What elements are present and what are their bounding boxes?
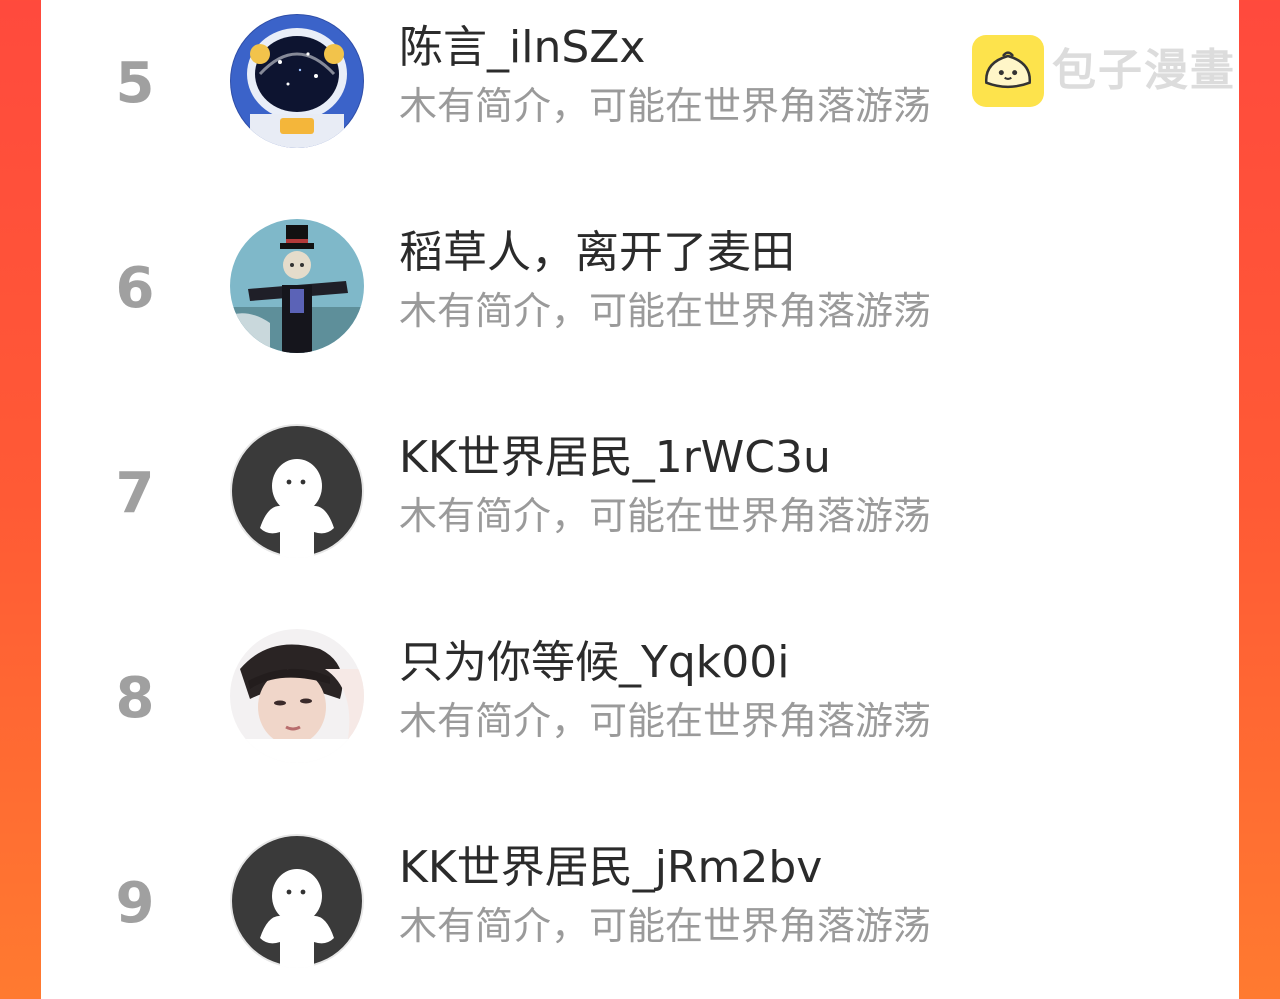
- user-name[interactable]: KK世界居民_jRm2bv: [399, 843, 822, 893]
- default-avatar-icon: [230, 834, 364, 968]
- scarecrow-avatar[interactable]: [230, 219, 364, 353]
- user-bio: 木有简介，可能在世界角落游荡: [399, 494, 932, 538]
- user-bio: 木有简介，可能在世界角落游荡: [399, 289, 932, 333]
- user-row[interactable]: 8 只为你等候_Yqk00i 木有简介，可能在世界角落游荡: [41, 615, 1239, 795]
- scarecrow-avatar-image: [230, 219, 364, 353]
- user-bio: 木有简介，可能在世界角落游荡: [399, 84, 932, 128]
- user-bio: 木有简介，可能在世界角落游荡: [399, 904, 932, 948]
- photo-avatar-image: [230, 629, 364, 763]
- astronaut-avatar-image: [230, 14, 364, 148]
- ranking-panel: 5 陈言_ilnSZx 木有简介，可能在世界角落游荡 6 稻草人，离开了麦田 木…: [41, 0, 1239, 999]
- watermark: 包子漫畫: [972, 35, 1236, 107]
- user-bio: 木有简介，可能在世界角落游荡: [399, 699, 932, 743]
- user-row[interactable]: 9 KK世界居民_jRm2bv 木有简介，可能在世界角落游荡: [41, 820, 1239, 999]
- photo-avatar[interactable]: [230, 629, 364, 763]
- user-row[interactable]: 6 稻草人，离开了麦田 木有简介，可能在世界角落游荡: [41, 205, 1239, 385]
- bun-logo-icon: [972, 35, 1044, 107]
- rank-number: 9: [115, 871, 155, 936]
- default-avatar-icon: [230, 424, 364, 558]
- default-avatar[interactable]: [230, 834, 364, 968]
- user-name[interactable]: 稻草人，离开了麦田: [399, 228, 795, 278]
- rank-number: 7: [115, 461, 155, 526]
- rank-number: 8: [115, 666, 155, 731]
- user-row[interactable]: 7 KK世界居民_1rWC3u 木有简介，可能在世界角落游荡: [41, 410, 1239, 590]
- astronaut-avatar[interactable]: [230, 14, 364, 148]
- watermark-text: 包子漫畫: [1052, 45, 1236, 96]
- rank-number: 5: [115, 51, 155, 116]
- rank-number: 6: [115, 256, 155, 321]
- user-name[interactable]: KK世界居民_1rWC3u: [399, 433, 831, 483]
- user-name[interactable]: 只为你等候_Yqk00i: [399, 638, 790, 688]
- user-name[interactable]: 陈言_ilnSZx: [399, 23, 645, 73]
- default-avatar[interactable]: [230, 424, 364, 558]
